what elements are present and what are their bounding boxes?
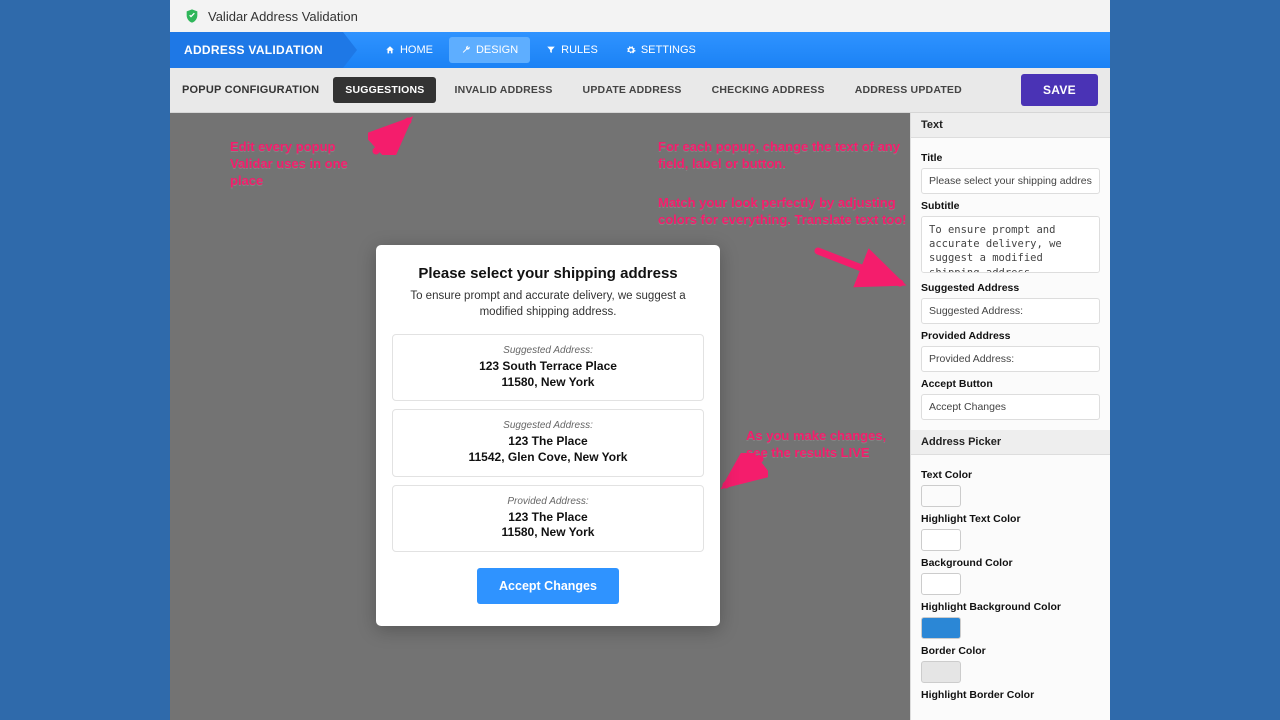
label-text-color: Text Color	[921, 469, 1100, 481]
tab-suggestions[interactable]: SUGGESTIONS	[333, 77, 436, 103]
gear-icon	[626, 45, 636, 55]
address-option-3[interactable]: Provided Address: 123 The Place 11580, N…	[392, 485, 704, 552]
wrench-icon	[461, 45, 471, 55]
label-title: Title	[921, 152, 1100, 164]
callout-live-results: As you make changes, see the results LIV…	[746, 428, 906, 462]
nav-settings[interactable]: SETTINGS	[614, 37, 708, 63]
address-label: Provided Address:	[401, 496, 695, 507]
section-text-header: Text	[911, 113, 1110, 138]
popup-preview: Please select your shipping address To e…	[376, 245, 720, 626]
nav-rules[interactable]: RULES	[534, 37, 610, 63]
funnel-icon	[546, 45, 556, 55]
home-icon	[385, 45, 395, 55]
label-bg-color: Background Color	[921, 557, 1100, 569]
label-border-color: Border Color	[921, 645, 1100, 657]
address-line1: 123 The Place	[401, 510, 695, 526]
address-option-2[interactable]: Suggested Address: 123 The Place 11542, …	[392, 409, 704, 476]
swatch-hl-bg-color[interactable]	[921, 617, 961, 639]
side-panel: Text Title Subtitle To ensure prompt and…	[910, 113, 1110, 720]
tab-checking-address[interactable]: CHECKING ADDRESS	[700, 77, 837, 103]
subnav-label: POPUP CONFIGURATION	[182, 84, 319, 96]
workspace: Edit every popup Validar uses in one pla…	[170, 113, 1110, 720]
label-hl-bg-color: Highlight Background Color	[921, 601, 1100, 613]
arrow-to-tabs	[368, 115, 418, 155]
input-accept[interactable]	[921, 394, 1100, 420]
label-hl-border-color: Highlight Border Color	[921, 689, 1100, 701]
address-line2: 11542, Glen Cove, New York	[401, 450, 695, 466]
nav-rules-label: RULES	[561, 44, 598, 56]
tab-invalid-address[interactable]: INVALID ADDRESS	[442, 77, 564, 103]
nav-design[interactable]: DESIGN	[449, 37, 530, 63]
app-name: Validar Address Validation	[208, 9, 358, 24]
input-title[interactable]	[921, 168, 1100, 194]
accept-changes-button[interactable]: Accept Changes	[477, 568, 619, 604]
nav-settings-label: SETTINGS	[641, 44, 696, 56]
preview-pane: Edit every popup Validar uses in one pla…	[170, 113, 910, 720]
address-line2: 11580, New York	[401, 375, 695, 391]
popup-subtitle: To ensure prompt and accurate delivery, …	[392, 288, 704, 320]
swatch-text-color[interactable]	[921, 485, 961, 507]
arrow-to-preview	[718, 453, 768, 493]
address-line1: 123 South Terrace Place	[401, 359, 695, 375]
swatch-hl-text-color[interactable]	[921, 529, 961, 551]
label-suggested: Suggested Address	[921, 282, 1100, 294]
label-provided: Provided Address	[921, 330, 1100, 342]
nav-design-label: DESIGN	[476, 44, 518, 56]
input-provided[interactable]	[921, 346, 1100, 372]
swatch-bg-color[interactable]	[921, 573, 961, 595]
label-subtitle: Subtitle	[921, 200, 1100, 212]
brand-tab: ADDRESS VALIDATION	[170, 32, 343, 68]
label-accept: Accept Button	[921, 378, 1100, 390]
label-hl-text-color: Highlight Text Color	[921, 513, 1100, 525]
input-suggested[interactable]	[921, 298, 1100, 324]
shield-check-icon	[184, 8, 200, 24]
tab-address-updated[interactable]: ADDRESS UPDATED	[843, 77, 974, 103]
top-nav: ADDRESS VALIDATION HOME DESIGN RULES SET…	[170, 32, 1110, 68]
arrow-to-panel	[810, 243, 910, 293]
sub-nav: POPUP CONFIGURATION SUGGESTIONS INVALID …	[170, 68, 1110, 113]
address-label: Suggested Address:	[401, 345, 695, 356]
callout-change-text: For each popup, change the text of any f…	[658, 139, 908, 173]
save-button[interactable]: SAVE	[1021, 74, 1098, 106]
address-line2: 11580, New York	[401, 525, 695, 541]
popup-title: Please select your shipping address	[392, 265, 704, 282]
address-option-1[interactable]: Suggested Address: 123 South Terrace Pla…	[392, 334, 704, 401]
input-subtitle[interactable]: To ensure prompt and accurate delivery, …	[921, 216, 1100, 273]
swatch-border-color[interactable]	[921, 661, 961, 683]
titlebar: Validar Address Validation	[170, 0, 1110, 32]
nav-home[interactable]: HOME	[373, 37, 445, 63]
callout-match-look: Match your look perfectly by adjusting c…	[658, 195, 908, 229]
nav-home-label: HOME	[400, 44, 433, 56]
section-picker-header: Address Picker	[911, 430, 1110, 455]
address-line1: 123 The Place	[401, 434, 695, 450]
tab-update-address[interactable]: UPDATE ADDRESS	[571, 77, 694, 103]
callout-edit-popups: Edit every popup Validar uses in one pla…	[230, 139, 360, 190]
address-label: Suggested Address:	[401, 420, 695, 431]
